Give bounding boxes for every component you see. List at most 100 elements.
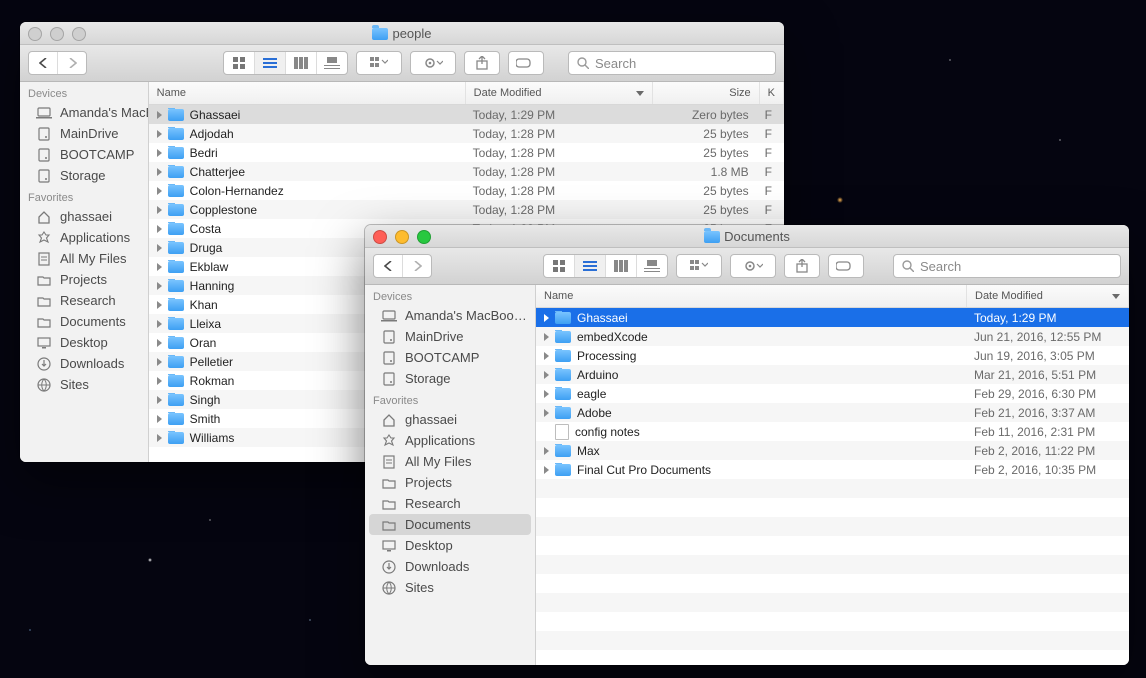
search-field[interactable]: Search: [568, 51, 776, 75]
sidebar-device[interactable]: BOOTCAMP: [20, 144, 148, 165]
zoom-button[interactable]: [417, 230, 431, 244]
sidebar-device[interactable]: Amanda's MacBoo…: [20, 102, 148, 123]
back-button[interactable]: [374, 255, 402, 277]
sidebar-favorite[interactable]: Sites: [20, 374, 148, 395]
disclosure-triangle-icon[interactable]: [157, 339, 162, 347]
arrange-button[interactable]: [356, 51, 402, 75]
sidebar-favorite[interactable]: All My Files: [20, 248, 148, 269]
sidebar-device[interactable]: Storage: [20, 165, 148, 186]
sidebar-favorite[interactable]: Downloads: [365, 556, 535, 577]
disclosure-triangle-icon[interactable]: [544, 314, 549, 322]
close-button[interactable]: [28, 27, 42, 41]
table-row[interactable]: AdjodahToday, 1:28 PM25 bytesF: [149, 124, 784, 143]
sidebar-favorite[interactable]: Downloads: [20, 353, 148, 374]
back-button[interactable]: [29, 52, 57, 74]
disclosure-triangle-icon[interactable]: [157, 415, 162, 423]
view-list-button[interactable]: [254, 52, 285, 74]
minimize-button[interactable]: [395, 230, 409, 244]
table-row[interactable]: GhassaeiToday, 1:29 PM: [536, 308, 1129, 327]
sidebar-favorite[interactable]: Documents: [20, 311, 148, 332]
disclosure-triangle-icon[interactable]: [157, 396, 162, 404]
disclosure-triangle-icon[interactable]: [157, 130, 162, 138]
table-row[interactable]: MaxFeb 2, 2016, 11:22 PM: [536, 441, 1129, 460]
table-row[interactable]: eagleFeb 29, 2016, 6:30 PM: [536, 384, 1129, 403]
sidebar-favorite[interactable]: ghassaei: [20, 206, 148, 227]
sidebar-favorite[interactable]: Projects: [365, 472, 535, 493]
disclosure-triangle-icon[interactable]: [157, 206, 162, 214]
table-row[interactable]: GhassaeiToday, 1:29 PMZero bytesF: [149, 105, 784, 124]
column-kind[interactable]: K: [760, 82, 784, 104]
disclosure-triangle-icon[interactable]: [544, 447, 549, 455]
sidebar-favorite[interactable]: Desktop: [20, 332, 148, 353]
sidebar-favorite[interactable]: All My Files: [365, 451, 535, 472]
disclosure-triangle-icon[interactable]: [544, 409, 549, 417]
sidebar-favorite[interactable]: Research: [365, 493, 535, 514]
disclosure-triangle-icon[interactable]: [544, 352, 549, 360]
disclosure-triangle-icon[interactable]: [157, 377, 162, 385]
view-column-button[interactable]: [605, 255, 636, 277]
sidebar-favorite[interactable]: ghassaei: [365, 409, 535, 430]
forward-button[interactable]: [402, 255, 431, 277]
action-button[interactable]: [410, 51, 456, 75]
column-name[interactable]: Name: [536, 285, 967, 307]
disclosure-triangle-icon[interactable]: [544, 390, 549, 398]
table-row[interactable]: config notesFeb 11, 2016, 2:31 PM: [536, 422, 1129, 441]
table-row[interactable]: CopplestoneToday, 1:28 PM25 bytesF: [149, 200, 784, 219]
share-button[interactable]: [464, 51, 500, 75]
tags-button[interactable]: [828, 254, 864, 278]
minimize-button[interactable]: [50, 27, 64, 41]
disclosure-triangle-icon[interactable]: [157, 244, 162, 252]
sidebar-favorite[interactable]: Applications: [20, 227, 148, 248]
sidebar-favorite[interactable]: Documents: [369, 514, 531, 535]
close-button[interactable]: [373, 230, 387, 244]
action-button[interactable]: [730, 254, 776, 278]
view-coverflow-button[interactable]: [316, 52, 347, 74]
disclosure-triangle-icon[interactable]: [157, 111, 162, 119]
disclosure-triangle-icon[interactable]: [157, 168, 162, 176]
sidebar-device[interactable]: MainDrive: [20, 123, 148, 144]
disclosure-triangle-icon[interactable]: [157, 149, 162, 157]
sidebar-favorite[interactable]: Sites: [365, 577, 535, 598]
arrange-button[interactable]: [676, 254, 722, 278]
view-icon-button[interactable]: [544, 255, 574, 277]
disclosure-triangle-icon[interactable]: [157, 225, 162, 233]
sidebar-favorite[interactable]: Research: [20, 290, 148, 311]
sidebar-device[interactable]: MainDrive: [365, 326, 535, 347]
disclosure-triangle-icon[interactable]: [157, 263, 162, 271]
column-name[interactable]: Name: [149, 82, 466, 104]
titlebar[interactable]: people: [20, 22, 784, 45]
column-date[interactable]: Date Modified: [967, 285, 1129, 307]
disclosure-triangle-icon[interactable]: [544, 371, 549, 379]
table-row[interactable]: embedXcodeJun 21, 2016, 12:55 PM: [536, 327, 1129, 346]
sidebar-device[interactable]: BOOTCAMP: [365, 347, 535, 368]
column-date[interactable]: Date Modified: [466, 82, 653, 104]
zoom-button[interactable]: [72, 27, 86, 41]
file-list[interactable]: GhassaeiToday, 1:29 PMembedXcodeJun 21, …: [536, 308, 1129, 665]
disclosure-triangle-icon[interactable]: [157, 434, 162, 442]
search-field[interactable]: Search: [893, 254, 1121, 278]
column-size[interactable]: Size: [653, 82, 760, 104]
table-row[interactable]: AdobeFeb 21, 2016, 3:37 AM: [536, 403, 1129, 422]
view-column-button[interactable]: [285, 52, 316, 74]
table-row[interactable]: ArduinoMar 21, 2016, 5:51 PM: [536, 365, 1129, 384]
disclosure-triangle-icon[interactable]: [544, 466, 549, 474]
sidebar-favorite[interactable]: Applications: [365, 430, 535, 451]
share-button[interactable]: [784, 254, 820, 278]
table-row[interactable]: BedriToday, 1:28 PM25 bytesF: [149, 143, 784, 162]
table-row[interactable]: ChatterjeeToday, 1:28 PM1.8 MBF: [149, 162, 784, 181]
view-coverflow-button[interactable]: [636, 255, 667, 277]
disclosure-triangle-icon[interactable]: [544, 333, 549, 341]
table-row[interactable]: Final Cut Pro DocumentsFeb 2, 2016, 10:3…: [536, 460, 1129, 479]
titlebar[interactable]: Documents: [365, 225, 1129, 248]
forward-button[interactable]: [57, 52, 86, 74]
tags-button[interactable]: [508, 51, 544, 75]
sidebar-device[interactable]: Amanda's MacBoo…: [365, 305, 535, 326]
disclosure-triangle-icon[interactable]: [157, 187, 162, 195]
view-icon-button[interactable]: [224, 52, 254, 74]
disclosure-triangle-icon[interactable]: [157, 301, 162, 309]
sidebar-favorite[interactable]: Projects: [20, 269, 148, 290]
disclosure-triangle-icon[interactable]: [157, 320, 162, 328]
view-list-button[interactable]: [574, 255, 605, 277]
table-row[interactable]: ProcessingJun 19, 2016, 3:05 PM: [536, 346, 1129, 365]
table-row[interactable]: Colon-HernandezToday, 1:28 PM25 bytesF: [149, 181, 784, 200]
